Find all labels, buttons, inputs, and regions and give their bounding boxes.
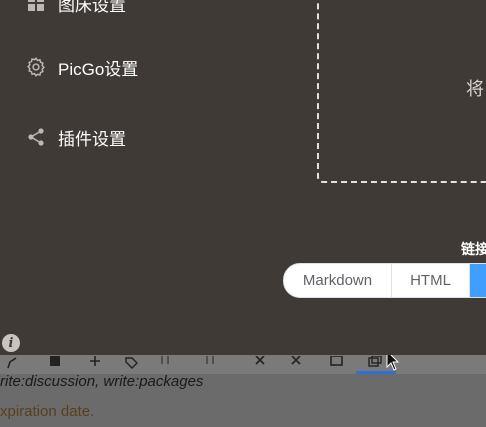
gear-icon [24,55,48,79]
share-icon [24,125,48,149]
separator-icon [206,356,214,364]
editor-toolbar [0,355,486,374]
background-browser-page: rite:discussion, write:packages xpiratio… [0,355,486,427]
close-icon[interactable] [290,356,304,370]
sidebar-item-picbed-settings[interactable]: 图床设置 [24,0,126,18]
square-icon[interactable] [48,356,62,370]
separator-icon [161,356,169,364]
box-icon[interactable] [330,356,344,370]
expiration-text: xpiration date. [0,403,95,420]
picgo-window: 图床设置 PicGo设置 插件设置 将 链接 Markdown HTML i [0,0,486,355]
pencil-icon[interactable] [6,356,20,370]
link-format-switch: Markdown HTML [283,263,486,298]
sidebar-item-picgo-settings[interactable]: PicGo设置 [24,52,138,82]
dropzone-hint: 将 [466,79,484,99]
grid-icon [24,0,48,15]
scopes-text: rite:discussion, write:packages [0,373,204,390]
upload-dropzone[interactable] [317,0,486,183]
info-icon[interactable]: i [2,334,20,352]
mouse-cursor-icon [386,355,400,371]
plus-icon[interactable] [88,356,102,370]
close-icon[interactable] [254,356,268,370]
tag-icon[interactable] [124,356,138,370]
sidebar-item-plugin-settings[interactable]: 插件设置 [24,122,126,152]
sidebar-item-label: 插件设置 [58,129,126,149]
sidebar-item-label: PicGo设置 [58,59,139,79]
format-selected-button[interactable] [470,264,486,297]
sidebar-item-label: 图床设置 [58,0,126,15]
copy-icon[interactable] [368,356,382,370]
format-markdown-button[interactable]: Markdown [284,264,392,297]
link-format-label: 链接 [461,241,486,257]
format-html-button[interactable]: HTML [392,264,470,297]
